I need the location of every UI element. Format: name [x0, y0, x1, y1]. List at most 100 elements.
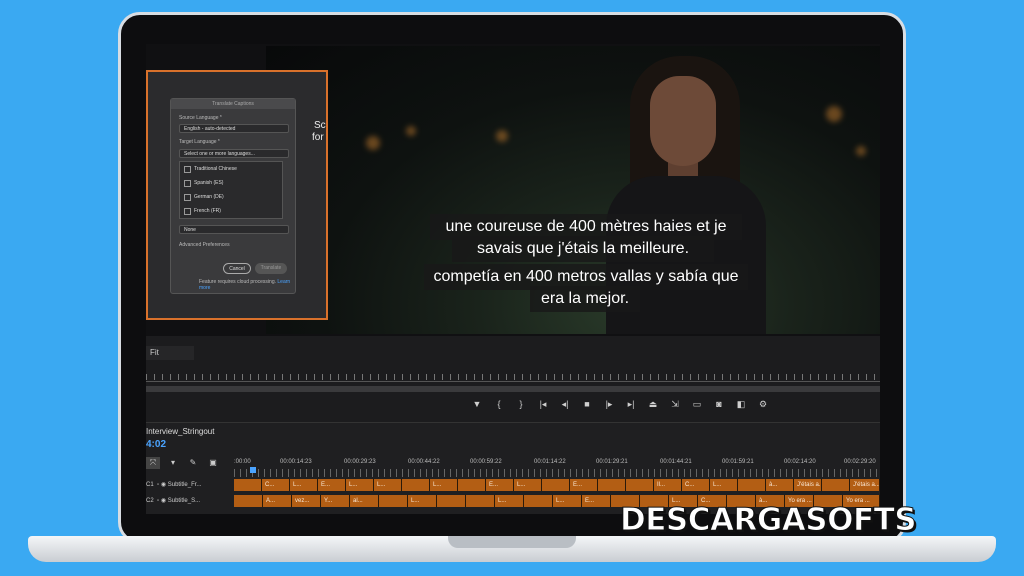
caption-clip[interactable]: [524, 495, 553, 507]
safe-margins-icon[interactable]: ▭: [690, 397, 704, 411]
caption-clip[interactable]: [626, 479, 654, 491]
lock-icon[interactable]: ▫: [157, 498, 159, 504]
caption-clip[interactable]: L...: [374, 479, 402, 491]
subtitle-fr-line2: savais que j'étais la meilleure.: [452, 236, 714, 262]
track-header-c2: C2 ▫ ◉ Subtitle_S...: [146, 495, 234, 507]
caption-clip[interactable]: [458, 479, 486, 491]
marker-icon[interactable]: ▼: [470, 397, 484, 411]
source-language-select[interactable]: English - auto-detected: [179, 124, 289, 133]
caption-clip[interactable]: L...: [346, 479, 374, 491]
lock-icon[interactable]: ▫: [157, 482, 159, 488]
caption-clip[interactable]: L...: [290, 479, 318, 491]
tc-label: 00:01:44:21: [660, 459, 692, 465]
extract-icon[interactable]: ⇲: [668, 397, 682, 411]
wrench-icon[interactable]: ✎: [186, 457, 200, 469]
program-monitor: une coureuse de 400 mètres haies et je s…: [146, 44, 880, 336]
caption-clip[interactable]: [738, 479, 766, 491]
caption-clip[interactable]: [542, 479, 570, 491]
step-forward-icon[interactable]: |▸: [602, 397, 616, 411]
in-point-icon[interactable]: {: [492, 397, 506, 411]
track-name: Subtitle_Fr...: [167, 482, 202, 488]
marker-icon[interactable]: ▾: [166, 457, 180, 469]
lift-icon[interactable]: ⏏: [646, 397, 660, 411]
caption-clip[interactable]: E...: [582, 495, 611, 507]
caption-clip[interactable]: [466, 495, 495, 507]
zoom-scrollbar[interactable]: [146, 386, 880, 392]
zoom-select[interactable]: Fit: [146, 346, 194, 360]
caption-clip[interactable]: A...: [263, 495, 292, 507]
caption-clip[interactable]: E...: [570, 479, 598, 491]
timeline-panel: Interview_Stringout 4:02 ⤧ ▾ ✎ ▣ :00:00 …: [146, 422, 880, 514]
translate-button[interactable]: Translate: [255, 263, 287, 274]
tc-label: 00:02:14:20: [784, 459, 816, 465]
target-language-select[interactable]: Select one or more languages...: [179, 149, 289, 158]
tc-label: 00:02:29:20: [844, 459, 876, 465]
tc-label: :00:00: [234, 459, 251, 465]
language-option[interactable]: Traditional Chinese: [180, 162, 282, 176]
captions-icon[interactable]: ▣: [206, 457, 220, 469]
language-option[interactable]: Spanish (ES): [180, 176, 282, 190]
caption-clip[interactable]: C...: [682, 479, 710, 491]
stop-icon[interactable]: ■: [580, 397, 594, 411]
go-to-out-icon[interactable]: ▸|: [624, 397, 638, 411]
caption-clip[interactable]: [822, 479, 850, 491]
cancel-button[interactable]: Cancel: [223, 263, 251, 274]
current-timecode[interactable]: 4:02: [146, 439, 166, 450]
caption-clip[interactable]: à...: [766, 479, 794, 491]
language-option[interactable]: French (FR): [180, 204, 282, 218]
side-text: Sc: [314, 120, 326, 131]
bokeh-light: [826, 106, 842, 122]
language-list: Traditional Chinese Spanish (ES) German …: [179, 161, 283, 219]
caption-clip[interactable]: [598, 479, 626, 491]
track-select[interactable]: None: [179, 225, 289, 234]
caption-clip[interactable]: al...: [350, 495, 379, 507]
track-id: C1: [146, 482, 154, 488]
compare-icon[interactable]: ◧: [734, 397, 748, 411]
language-option[interactable]: German (DE): [180, 190, 282, 204]
caption-clip[interactable]: [234, 495, 263, 507]
advanced-preferences[interactable]: Advanced Preferences: [179, 242, 230, 248]
settings-icon[interactable]: ⚙: [756, 397, 770, 411]
track-id: C2: [146, 498, 154, 504]
track-name: Subtitle_S...: [167, 498, 201, 504]
caption-clip[interactable]: E...: [486, 479, 514, 491]
caption-clip[interactable]: [437, 495, 466, 507]
caption-clip[interactable]: L...: [553, 495, 582, 507]
caption-clip[interactable]: [402, 479, 430, 491]
bokeh-light: [406, 126, 416, 136]
laptop-notch: [448, 536, 576, 548]
caption-clip[interactable]: J'étais a...: [794, 479, 822, 491]
translate-captions-dialog: Translate Captions Source Language * Eng…: [170, 98, 296, 294]
step-back-icon[interactable]: ◂|: [558, 397, 572, 411]
playhead[interactable]: [250, 467, 256, 473]
caption-clip[interactable]: L...: [495, 495, 524, 507]
cloud-notice: Feature requires cloud processing. Learn…: [199, 279, 295, 291]
caption-clip[interactable]: C...: [262, 479, 290, 491]
caption-clip[interactable]: L...: [408, 495, 437, 507]
caption-clip[interactable]: J'étais a...: [850, 479, 880, 491]
out-point-icon[interactable]: }: [514, 397, 528, 411]
camera-icon[interactable]: ◙: [712, 397, 726, 411]
track-c1: C... L... E... L... L... L... E... L... E... Il..…: [234, 479, 880, 491]
tc-label: 00:00:44:22: [408, 459, 440, 465]
caption-clip[interactable]: [234, 479, 262, 491]
caption-clip[interactable]: E...: [318, 479, 346, 491]
caption-clip[interactable]: vez...: [292, 495, 321, 507]
caption-clip[interactable]: Il...: [654, 479, 682, 491]
snap-icon[interactable]: ⤧: [146, 457, 160, 469]
sequence-tab[interactable]: Interview_Stringout: [146, 427, 214, 436]
bokeh-light: [496, 130, 508, 142]
caption-clip[interactable]: L...: [710, 479, 738, 491]
timeline-ruler[interactable]: [234, 469, 880, 477]
eye-icon[interactable]: ◉: [161, 482, 166, 488]
go-to-in-icon[interactable]: |◂: [536, 397, 550, 411]
tc-label: 00:00:29:23: [344, 459, 376, 465]
track-header-c1: C1 ▫ ◉ Subtitle_Fr...: [146, 479, 234, 491]
caption-clip[interactable]: L...: [514, 479, 542, 491]
caption-clip[interactable]: Y...: [321, 495, 350, 507]
caption-clip[interactable]: L...: [430, 479, 458, 491]
eye-icon[interactable]: ◉: [161, 498, 166, 504]
program-ruler[interactable]: [146, 364, 880, 382]
tc-label: 00:01:29:21: [596, 459, 628, 465]
caption-clip[interactable]: [379, 495, 408, 507]
